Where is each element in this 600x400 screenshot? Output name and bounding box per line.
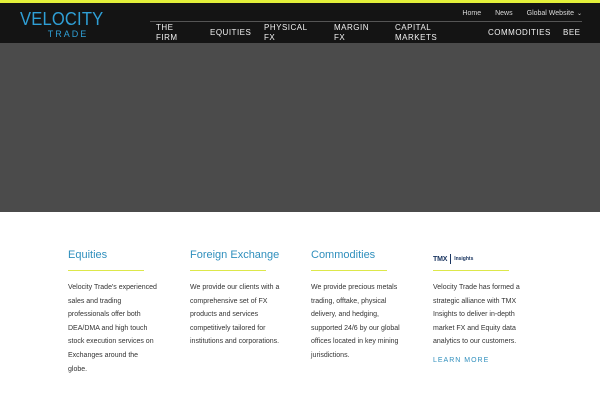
section-tmx-insights: TMX Insights Velocity Trade has formed a… bbox=[433, 248, 523, 364]
section-divider bbox=[433, 270, 509, 271]
tmx-logo-mark: TMX bbox=[433, 255, 448, 263]
section-divider bbox=[190, 270, 266, 271]
nav-divider bbox=[150, 21, 582, 22]
main-nav: THE FIRM EQUITIES PHYSICAL FX MARGIN FX … bbox=[150, 23, 600, 45]
section-divider bbox=[68, 270, 144, 271]
hero-banner bbox=[0, 43, 600, 212]
global-website-dropdown[interactable]: Global Website ⌄ bbox=[527, 10, 582, 17]
section-body: Velocity Trade's experienced sales and t… bbox=[68, 284, 157, 373]
utility-nav: Home News Global Website ⌄ bbox=[462, 6, 582, 20]
global-website-label: Global Website bbox=[526, 9, 574, 17]
chevron-down-icon: ⌄ bbox=[576, 10, 582, 17]
tmx-logo-sub: Insights bbox=[454, 256, 474, 262]
nav-item-commodities[interactable]: COMMODITIES bbox=[488, 28, 551, 38]
section-foreign-exchange: Foreign Exchange We provide our clients … bbox=[190, 248, 280, 349]
tmx-insights-logo: TMX Insights bbox=[433, 250, 523, 268]
nav-item-bee[interactable]: BEE bbox=[563, 28, 581, 38]
nav-item-margin-fx[interactable]: MARGIN FX bbox=[334, 23, 374, 43]
section-body: We provide precious metals trading, offt… bbox=[311, 284, 400, 359]
section-title[interactable]: Commodities bbox=[311, 248, 401, 262]
section-equities: Equities Velocity Trade's experienced sa… bbox=[68, 248, 158, 376]
nav-item-the-firm[interactable]: THE FIRM bbox=[156, 23, 196, 43]
nav-item-capital-markets[interactable]: CAPITAL MARKETS bbox=[395, 23, 455, 43]
learn-more-link[interactable]: LEARN MORE bbox=[433, 357, 523, 364]
section-title[interactable]: Equities bbox=[68, 248, 158, 262]
site-header: VELOCITY TRADE Home News Global Website ⌄… bbox=[0, 3, 600, 43]
section-body: Velocity Trade has formed a strategic al… bbox=[433, 284, 520, 346]
logo-subtitle: TRADE bbox=[47, 29, 89, 39]
utility-link-home[interactable]: Home bbox=[462, 10, 481, 17]
section-body: We provide our clients with a comprehens… bbox=[190, 284, 280, 346]
velocity-trade-logo[interactable]: VELOCITY TRADE bbox=[20, 9, 104, 39]
logo-wordmark: VELOCITY bbox=[20, 9, 104, 29]
utility-link-news[interactable]: News bbox=[495, 10, 513, 17]
nav-item-physical-fx[interactable]: PHYSICAL FX bbox=[264, 23, 314, 43]
tmx-logo-divider bbox=[450, 254, 452, 264]
section-commodities: Commodities We provide precious metals t… bbox=[311, 248, 401, 363]
section-title[interactable]: Foreign Exchange bbox=[190, 248, 280, 262]
nav-item-equities[interactable]: EQUITIES bbox=[210, 28, 251, 38]
section-divider bbox=[311, 270, 387, 271]
